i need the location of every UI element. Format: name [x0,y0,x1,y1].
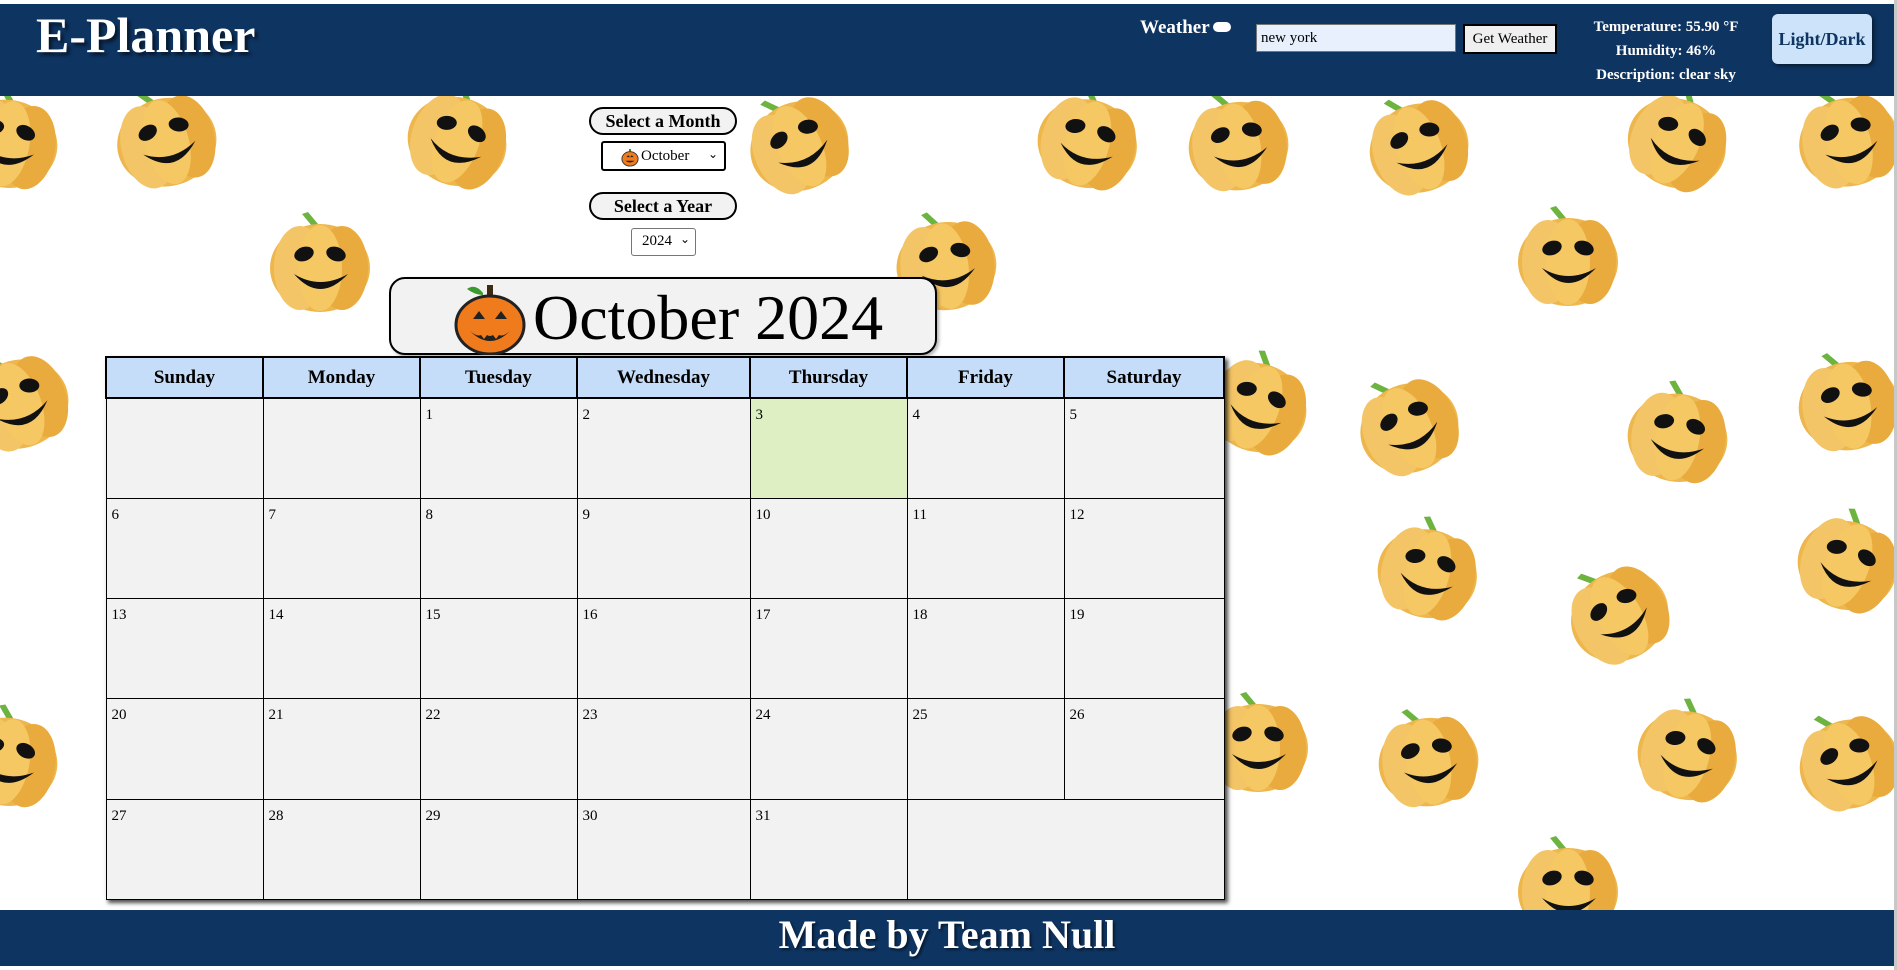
pumpkin-decoration [270,212,370,312]
day-cell[interactable]: 11 [906,497,1065,600]
day-cell[interactable]: 24 [749,698,908,800]
footer-text: Made by Team Null [778,912,1116,957]
chevron-down-icon: ⌄ [707,147,718,161]
calendar-grid: Sunday Monday Tuesday Wednesday Thursday… [105,356,1225,901]
day-cell[interactable]: 16 [576,598,751,700]
day-cell[interactable]: 4 [906,397,1065,499]
header-bar: E-Planner Weather Get Weather Temperatur… [0,4,1894,96]
weekday-header-row: Sunday Monday Tuesday Wednesday Thursday… [105,356,1225,399]
month-select[interactable]: October ⌄ [601,141,726,171]
day-cell[interactable]: 12 [1063,497,1225,600]
calendar-week-row: 27 28 29 30 31 [105,798,1225,901]
pumpkin-decoration [1179,96,1296,199]
weekday-header: Wednesday [576,356,751,399]
day-cell[interactable]: 14 [262,598,421,700]
pumpkin-decoration [1627,688,1751,812]
day-cell[interactable]: 22 [419,698,578,800]
day-cell[interactable]: 19 [1063,598,1225,700]
pumpkin-decoration [395,96,524,200]
day-cell[interactable]: 25 [906,698,1065,800]
year-select-value: 2024 [642,233,672,249]
day-cell[interactable]: 7 [262,497,421,600]
pumpkin-decoration [1789,342,1894,459]
jack-o-lantern-icon [454,285,526,355]
calendar-week-row: 20 21 22 23 24 25 26 [105,698,1225,800]
day-cell[interactable]: 5 [1063,397,1225,499]
day-cell[interactable]: 6 [105,497,264,600]
weather-label: Weather [1140,17,1231,39]
description-text: Description: clear sky [1596,67,1736,83]
pumpkin-decoration [1340,356,1474,490]
day-cell-empty [262,397,421,499]
pumpkin-decoration [1518,206,1618,306]
pumpkin-decoration [1612,96,1746,205]
pumpkin-icon [621,149,639,167]
pumpkin-decoration [1782,694,1894,823]
app-title: E-Planner [36,7,256,63]
humidity-text: Humidity: 46% [1615,43,1717,59]
day-cell[interactable]: 29 [419,798,578,901]
pumpkin-decoration [1785,495,1894,624]
get-weather-button[interactable]: Get Weather [1463,24,1557,54]
day-cell[interactable]: 9 [576,497,751,600]
pumpkin-decoration [0,96,67,196]
day-cell[interactable]: 2 [576,397,751,499]
city-input[interactable] [1256,24,1456,52]
pumpkin-decoration [1518,836,1618,910]
pumpkin-decoration [730,96,864,208]
year-select[interactable]: 2024 ⌄ [631,228,696,256]
calendar-week-row: 1 2 3 4 5 [105,397,1225,499]
pumpkin-decoration [0,334,82,463]
pumpkin-decoration [1620,373,1737,490]
day-cell[interactable]: 8 [419,497,578,600]
weather-label-text: Weather [1140,17,1210,38]
day-cell-today[interactable]: 3 [749,397,908,499]
cloud-icon [1212,22,1231,32]
weekday-header: Saturday [1063,356,1225,399]
day-cell[interactable]: 26 [1063,698,1225,800]
light-dark-toggle-button[interactable]: Light/Dark [1772,14,1872,64]
pumpkin-decoration [1352,96,1482,207]
day-cell[interactable]: 23 [576,698,751,800]
pumpkin-decoration [1369,698,1486,815]
day-cell[interactable]: 20 [105,698,264,800]
calendar-title: October 2024 [533,282,884,353]
month-label: Select a Month [589,107,737,135]
day-cell[interactable]: 27 [105,798,264,901]
weather-info: Temperature: 55.90 °F Humidity: 46% Desc… [1578,15,1754,87]
weekday-header: Tuesday [419,356,578,399]
day-cell[interactable]: 21 [262,698,421,800]
calendar-week-row: 13 14 15 16 17 18 19 [105,598,1225,700]
year-label: Select a Year [589,192,737,220]
weekday-header: Friday [906,356,1065,399]
day-cell[interactable]: 31 [749,798,908,901]
calendar-week-row: 6 7 8 9 10 11 12 [105,497,1225,600]
day-cell[interactable]: 15 [419,598,578,700]
pumpkin-decoration [104,96,227,198]
pumpkin-decoration [1786,96,1894,198]
temperature-text: Temperature: 55.90 °F [1593,19,1739,35]
weekday-header: Monday [262,356,421,399]
day-cell-empty [906,798,1225,901]
pumpkin-decoration [1367,506,1491,630]
day-cell[interactable]: 1 [419,397,578,499]
footer-bar: Made by Team Null [0,910,1894,966]
weekday-header: Sunday [105,356,264,399]
day-cell[interactable]: 30 [576,798,751,901]
month-select-value: October [641,148,690,164]
pumpkin-decoration [1548,542,1685,680]
day-cell[interactable]: 18 [906,598,1065,700]
calendar-title-box: October 2024 [389,277,937,355]
day-cell[interactable]: 13 [105,598,264,700]
day-cell[interactable]: 28 [262,798,421,901]
pumpkin-decoration [0,697,67,814]
day-cell[interactable]: 10 [749,497,908,600]
chevron-down-icon: ⌄ [679,232,690,246]
pumpkin-decoration [1027,96,1151,200]
day-cell[interactable]: 17 [749,598,908,700]
weekday-header: Thursday [749,356,908,399]
day-cell-empty [105,397,264,499]
